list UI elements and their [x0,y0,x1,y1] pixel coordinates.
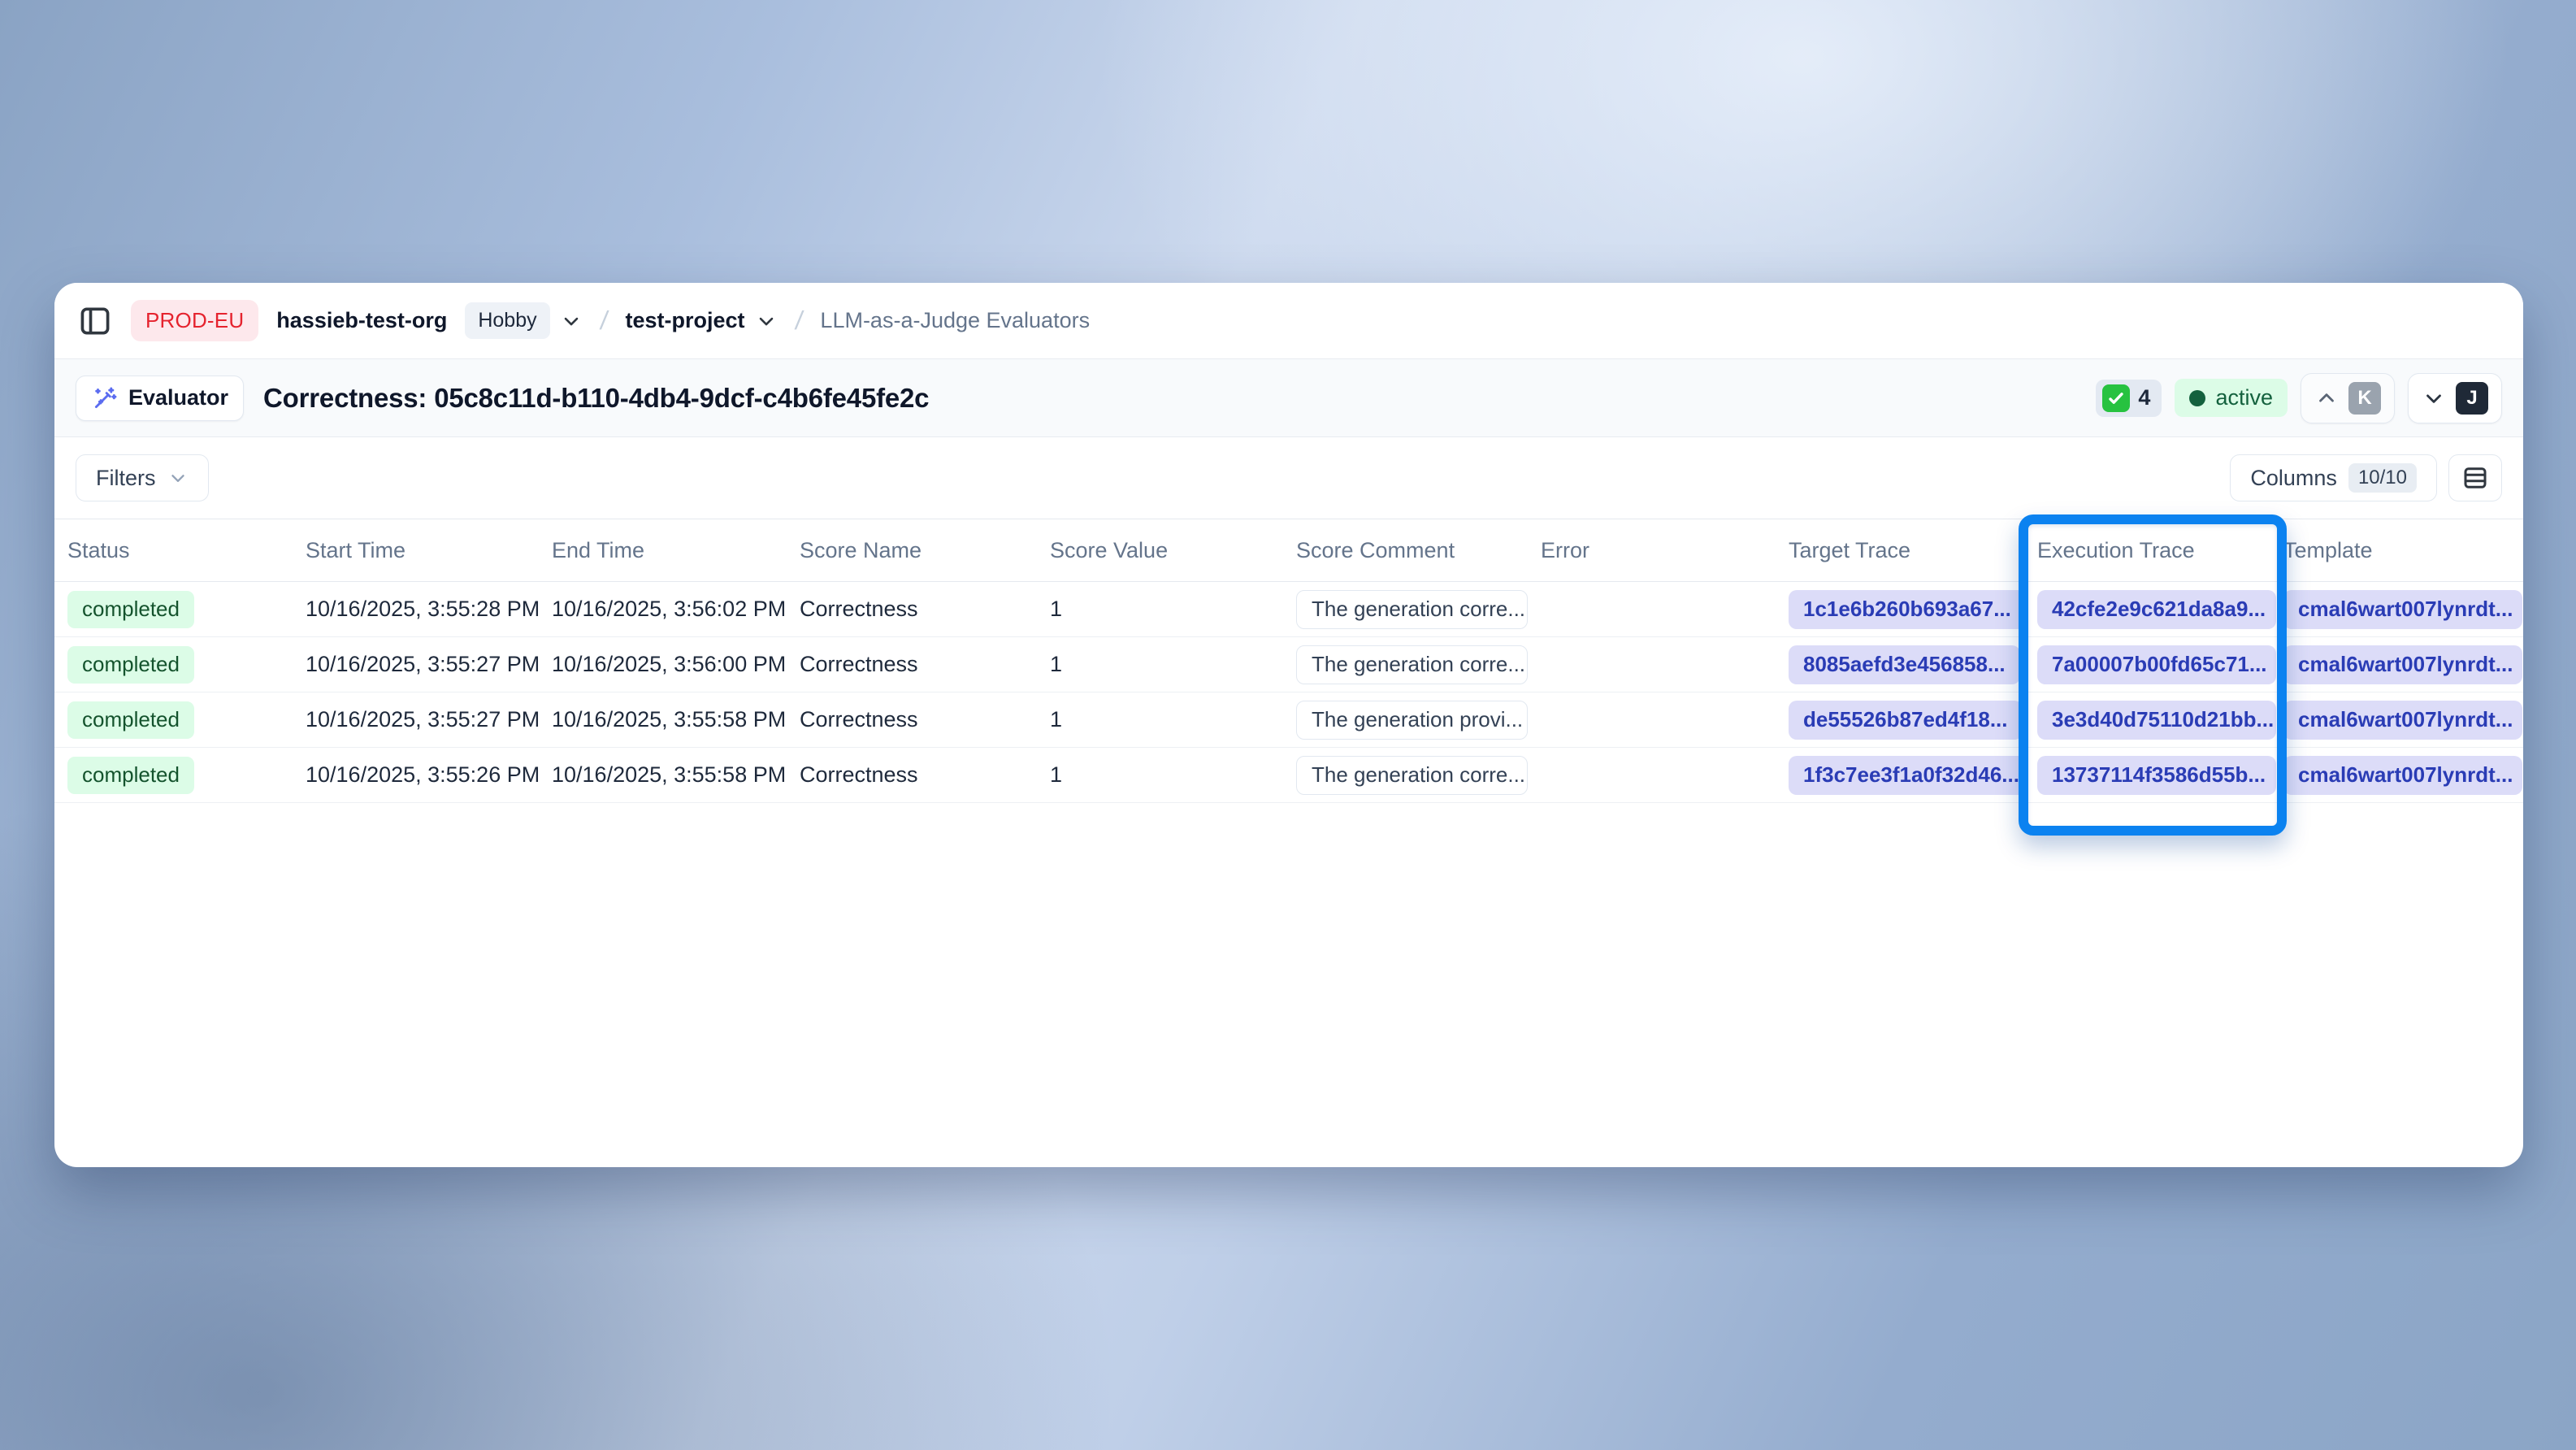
chevron-down-icon [755,310,778,332]
table-toolbar: Filters Columns 10/10 [54,437,2523,519]
score-value-cell: 1 [1050,652,1296,677]
shortcut-key-j: J [2456,382,2488,415]
breadcrumb-separator: / [793,306,804,336]
target-trace-link[interactable]: 1f3c7ee3f1a0f32d46... [1789,756,2027,795]
plan-badge: Hobby [465,302,549,339]
col-header-template[interactable]: Template [2283,538,2523,563]
col-header-target-trace[interactable]: Target Trace [1789,538,2037,563]
previous-record-button[interactable]: K [2301,373,2395,423]
columns-label: Columns [2250,466,2337,491]
status-badge: completed [67,701,194,739]
start-time-cell: 10/16/2025, 3:55:26 PM [306,762,552,788]
table-row[interactable]: completed 10/16/2025, 3:55:27 PM 10/16/2… [54,692,2523,748]
status-badge: completed [67,646,194,684]
evaluator-detail-card: PROD-EU hassieb-test-org Hobby / test-pr… [54,283,2523,1167]
evaluator-header: Evaluator Correctness: 05c8c11d-b110-4db… [54,358,2523,437]
col-header-end-time[interactable]: End Time [552,538,800,563]
rows-icon [2461,463,2490,493]
score-comment-pill[interactable]: The generation corre... [1296,590,1528,629]
execution-trace-link[interactable]: 13737114f3586d55b... [2037,756,2276,795]
status-label: active [2215,385,2273,410]
target-trace-link[interactable]: de55526b87ed4f18... [1789,701,2023,740]
score-comment-pill[interactable]: The generation provi... [1296,701,1528,740]
env-badge[interactable]: PROD-EU [131,300,258,341]
template-link[interactable]: cmal6wart007lynrdt... [2283,756,2522,795]
table-row[interactable]: completed 10/16/2025, 3:55:28 PM 10/16/2… [54,582,2523,637]
start-time-cell: 10/16/2025, 3:55:27 PM [306,707,552,732]
col-header-score-name[interactable]: Score Name [800,538,1050,563]
execution-trace-link[interactable]: 7a00007b00fd65c71... [2037,645,2276,684]
result-count-value: 4 [2138,385,2150,410]
next-record-button[interactable]: J [2408,373,2502,423]
status-badge: completed [67,591,194,628]
wand-sparkles-icon [91,384,119,412]
chevron-down-icon [2422,386,2446,410]
template-link[interactable]: cmal6wart007lynrdt... [2283,645,2522,684]
filters-button[interactable]: Filters [76,454,209,501]
sidebar-toggle-icon[interactable] [77,303,113,339]
status-badge: active [2175,379,2288,417]
template-link[interactable]: cmal6wart007lynrdt... [2283,701,2522,740]
breadcrumb: PROD-EU hassieb-test-org Hobby / test-pr… [54,283,2523,358]
score-name-cell: Correctness [800,707,1050,732]
breadcrumb-org[interactable]: hassieb-test-org [276,308,447,333]
breadcrumb-project-selector[interactable]: test-project [626,308,778,333]
score-comment-pill[interactable]: The generation corre... [1296,756,1528,795]
target-trace-link[interactable]: 1c1e6b260b693a67... [1789,590,2026,629]
page-title: Correctness: 05c8c11d-b110-4db4-9dcf-c4b… [263,383,929,414]
score-comment-pill[interactable]: The generation corre... [1296,645,1528,684]
score-value-cell: 1 [1050,762,1296,788]
row-height-button[interactable] [2448,454,2502,501]
evaluator-type-badge: Evaluator [76,376,244,421]
breadcrumb-project: test-project [626,308,745,333]
status-dot-icon [2189,390,2205,406]
col-header-start-time[interactable]: Start Time [306,538,552,563]
filters-label: Filters [96,466,156,491]
status-badge: completed [67,757,194,794]
start-time-cell: 10/16/2025, 3:55:27 PM [306,652,552,677]
end-time-cell: 10/16/2025, 3:55:58 PM [552,707,800,732]
breadcrumb-plan-selector[interactable]: Hobby [465,302,582,339]
columns-button[interactable]: Columns 10/10 [2230,454,2437,501]
col-header-score-value[interactable]: Score Value [1050,538,1296,563]
result-count-badge: 4 [2096,380,2162,417]
score-value-cell: 1 [1050,707,1296,732]
end-time-cell: 10/16/2025, 3:56:02 PM [552,597,800,622]
col-header-execution-trace[interactable]: Execution Trace [2037,538,2283,563]
chevron-down-icon [167,467,189,488]
score-name-cell: Correctness [800,652,1050,677]
end-time-cell: 10/16/2025, 3:56:00 PM [552,652,800,677]
score-name-cell: Correctness [800,597,1050,622]
score-name-cell: Correctness [800,762,1050,788]
col-header-status[interactable]: Status [67,538,306,563]
end-time-cell: 10/16/2025, 3:55:58 PM [552,762,800,788]
table-row[interactable]: completed 10/16/2025, 3:55:26 PM 10/16/2… [54,748,2523,803]
breadcrumb-separator: / [598,306,609,336]
execution-trace-link[interactable]: 3e3d40d75110d21bb... [2037,701,2276,740]
target-trace-link[interactable]: 8085aefd3e456858... [1789,645,2020,684]
chevron-up-icon [2314,386,2339,410]
breadcrumb-page: LLM-as-a-Judge Evaluators [820,308,1090,333]
start-time-cell: 10/16/2025, 3:55:28 PM [306,597,552,622]
chevron-down-icon [560,310,583,332]
shortcut-key-k: K [2348,382,2381,415]
evaluator-type-label: Evaluator [128,385,228,410]
columns-count-badge: 10/10 [2348,463,2417,493]
check-icon [2102,384,2130,412]
table-row[interactable]: completed 10/16/2025, 3:55:27 PM 10/16/2… [54,637,2523,692]
table-header-row: Status Start Time End Time Score Name Sc… [54,519,2523,582]
col-header-error[interactable]: Error [1541,538,1789,563]
template-link[interactable]: cmal6wart007lynrdt... [2283,590,2522,629]
col-header-score-comment[interactable]: Score Comment [1296,538,1541,563]
score-value-cell: 1 [1050,597,1296,622]
execution-trace-link[interactable]: 42cfe2e9c621da8a9... [2037,590,2276,629]
